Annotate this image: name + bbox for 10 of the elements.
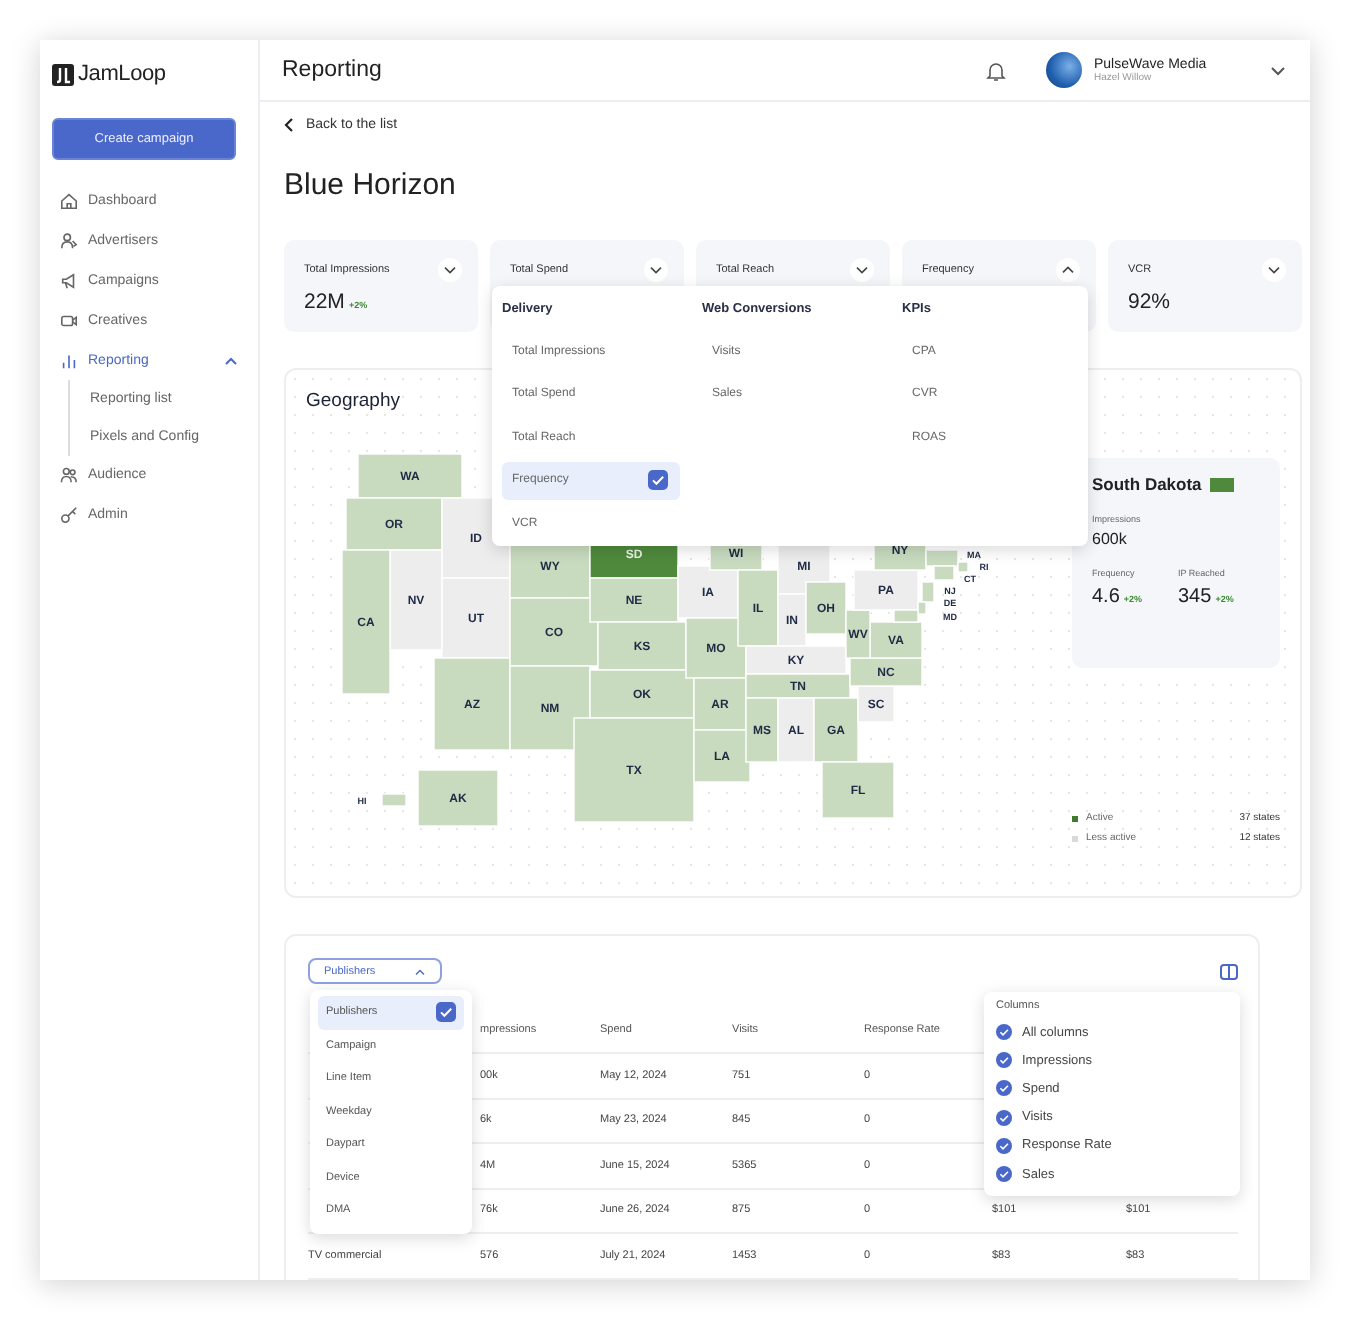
kpi-value: 22M [304, 290, 345, 314]
state-name: South Dakota [1092, 474, 1202, 494]
page-header-title: Reporting [282, 58, 382, 82]
stat-value: 4.6 [1092, 586, 1120, 608]
page-title: Blue Horizon [284, 168, 458, 202]
card-title: Geography [306, 390, 401, 412]
logo-text: JamLoop [78, 62, 166, 86]
kpi-value: 92% [1128, 290, 1171, 314]
stat-value: 600k [1092, 530, 1129, 548]
stat-value: 345 [1178, 586, 1212, 608]
